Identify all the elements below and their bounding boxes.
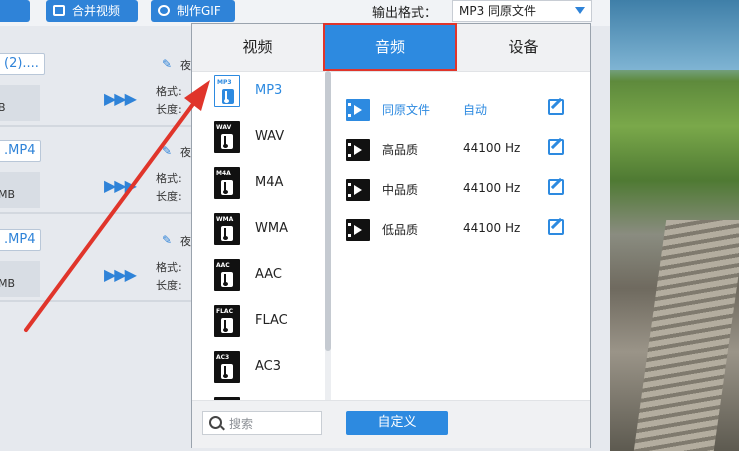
edit-text: 夜 bbox=[180, 59, 191, 72]
format-tabs: 视频 音频 设备 bbox=[192, 23, 590, 72]
quality-row-original[interactable]: 同原文件 自动 bbox=[332, 91, 590, 131]
audio-file-icon: WAV bbox=[214, 121, 240, 153]
quality-row-medium[interactable]: 中品质 44100 Hz bbox=[332, 171, 590, 211]
format-item-aac[interactable]: AAC AAC bbox=[192, 255, 322, 301]
edit-icon[interactable] bbox=[548, 219, 564, 235]
quality-rate: 44100 Hz bbox=[463, 221, 521, 235]
audio-file-icon: M4A bbox=[214, 167, 240, 199]
format-label: 格式: bbox=[156, 261, 182, 274]
scrollbar-thumb[interactable] bbox=[325, 71, 331, 351]
quality-name: 低品质 bbox=[382, 223, 419, 237]
merge-icon bbox=[53, 5, 65, 16]
duration-label: 长度: bbox=[156, 190, 182, 203]
edit-text: 夜 bbox=[180, 146, 191, 159]
edit-icon[interactable] bbox=[548, 99, 564, 115]
pencil-icon[interactable]: ✎ bbox=[162, 233, 172, 247]
divider bbox=[0, 212, 192, 214]
format-list-scrollbar[interactable] bbox=[325, 71, 331, 401]
tab-device[interactable]: 设备 bbox=[457, 24, 590, 71]
duration-label: 长度: bbox=[156, 279, 182, 292]
format-item-wav[interactable]: WAV WAV bbox=[192, 117, 322, 163]
file-name[interactable]: (2).... bbox=[0, 53, 45, 75]
audio-file-icon: MP3 bbox=[214, 75, 240, 107]
edit-icon[interactable] bbox=[548, 179, 564, 195]
format-label: 格式: bbox=[156, 172, 182, 185]
divider bbox=[0, 125, 192, 127]
quality-rate: 44100 Hz bbox=[463, 181, 521, 195]
chevron-down-icon bbox=[575, 7, 585, 14]
audio-file-icon: AAC bbox=[214, 259, 240, 291]
format-label: 格式: bbox=[156, 85, 182, 98]
file-name[interactable]: .MP4 bbox=[0, 140, 42, 162]
format-label: AC3 bbox=[255, 359, 282, 374]
merge-video-button[interactable]: 合并视频 bbox=[46, 0, 138, 22]
film-icon bbox=[346, 139, 370, 161]
convert-arrow-icon: ▶▶▶ bbox=[104, 89, 137, 108]
edit-icon[interactable] bbox=[548, 139, 564, 155]
format-item-mp3[interactable]: MP3 MP3 bbox=[192, 71, 322, 117]
quality-name: 高品质 bbox=[382, 143, 419, 157]
custom-button[interactable]: 自定义 bbox=[346, 411, 448, 435]
wallpaper-sea bbox=[610, 0, 739, 70]
wallpaper-path bbox=[633, 220, 739, 451]
file-row-2[interactable]: .MP4 MB ▶▶▶ 格式: 长度: ✎ 夜 bbox=[0, 140, 192, 222]
output-format-label: 输出格式： bbox=[372, 6, 438, 21]
format-item-m4a[interactable]: M4A M4A bbox=[192, 163, 322, 209]
format-label: MP3 bbox=[255, 83, 283, 98]
merge-video-label: 合并视频 bbox=[72, 4, 121, 18]
quality-name: 同原文件 bbox=[382, 103, 431, 117]
file-size: B bbox=[0, 101, 6, 114]
duration-label: 长度: bbox=[156, 103, 182, 116]
desktop-wallpaper bbox=[610, 0, 739, 451]
quality-list: 同原文件 自动 高品质 44100 Hz 中品质 44100 Hz 低品质 44… bbox=[332, 71, 590, 401]
tab-video[interactable]: 视频 bbox=[192, 24, 323, 71]
file-size: MB bbox=[0, 188, 16, 201]
format-popup: 视频 音频 设备 MP3 MP3 WAV WAV M4A M4A WMA WMA… bbox=[191, 23, 591, 448]
divider bbox=[0, 300, 192, 302]
format-list: MP3 MP3 WAV WAV M4A M4A WMA WMA AAC AAC … bbox=[192, 71, 322, 401]
quality-name: 中品质 bbox=[382, 183, 419, 197]
search-icon bbox=[209, 416, 222, 429]
format-label: M4A bbox=[255, 175, 284, 190]
film-icon bbox=[346, 179, 370, 201]
format-label: FLAC bbox=[255, 313, 288, 328]
file-name[interactable]: .MP4 bbox=[0, 229, 42, 251]
film-icon bbox=[346, 99, 370, 121]
film-icon bbox=[346, 219, 370, 241]
pencil-icon[interactable]: ✎ bbox=[162, 144, 172, 158]
toolbar-button-partial[interactable] bbox=[0, 0, 30, 22]
format-item-ac3[interactable]: AC3 AC3 bbox=[192, 347, 322, 393]
format-label: AAC bbox=[255, 267, 282, 282]
audio-file-icon: FLAC bbox=[214, 305, 240, 337]
tab-highlight-outline bbox=[323, 23, 457, 71]
output-format-select[interactable]: MP3 同原文件 bbox=[452, 0, 592, 22]
gif-icon bbox=[158, 5, 170, 16]
pencil-icon[interactable]: ✎ bbox=[162, 57, 172, 71]
edit-text: 夜 bbox=[180, 235, 191, 248]
file-size: MB bbox=[0, 277, 16, 290]
file-row-1[interactable]: (2).... B ▶▶▶ 格式: 长度: ✎ 夜 bbox=[0, 53, 192, 135]
format-item-wma[interactable]: WMA WMA bbox=[192, 209, 322, 255]
convert-arrow-icon: ▶▶▶ bbox=[104, 265, 137, 284]
make-gif-button[interactable]: 制作GIF bbox=[151, 0, 235, 22]
file-row-3[interactable]: .MP4 MB ▶▶▶ 格式: 长度: ✎ 夜 bbox=[0, 229, 192, 311]
output-format-value: MP3 同原文件 bbox=[459, 4, 537, 18]
audio-file-icon: AC3 bbox=[214, 351, 240, 383]
format-label: WMA bbox=[255, 221, 288, 236]
convert-arrow-icon: ▶▶▶ bbox=[104, 176, 137, 195]
format-item-flac[interactable]: FLAC FLAC bbox=[192, 301, 322, 347]
search-input[interactable] bbox=[227, 414, 321, 434]
quality-row-high[interactable]: 高品质 44100 Hz bbox=[332, 131, 590, 171]
popup-footer: 自定义 bbox=[192, 400, 590, 448]
thumbnail bbox=[0, 85, 40, 121]
audio-file-icon: WMA bbox=[214, 213, 240, 245]
quality-rate: 44100 Hz bbox=[463, 141, 521, 155]
format-search-box[interactable] bbox=[202, 411, 322, 435]
make-gif-label: 制作GIF bbox=[177, 4, 221, 18]
quality-rate: 自动 bbox=[463, 103, 488, 117]
format-label: WAV bbox=[255, 129, 285, 144]
quality-row-low[interactable]: 低品质 44100 Hz bbox=[332, 211, 590, 251]
